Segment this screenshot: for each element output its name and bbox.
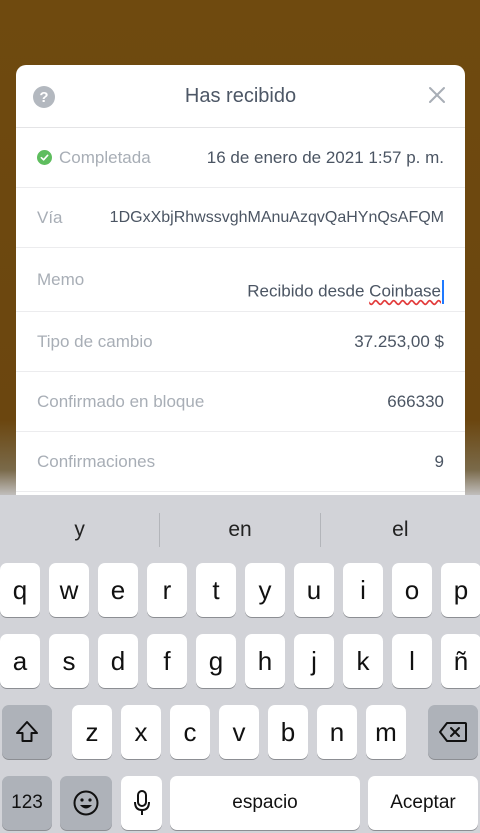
- transaction-date: 16 de enero de 2021 1:57 p. m.: [206, 147, 444, 167]
- confirmed-block-label: Confirmado en bloque: [37, 391, 205, 411]
- modal-title: Has recibido: [184, 84, 297, 107]
- suggestion-bar: y en el: [0, 495, 480, 565]
- confirmations-value: 9: [434, 451, 444, 471]
- key-v[interactable]: v: [219, 705, 259, 759]
- confirmed-block-row: Confirmado en bloque 666330: [16, 372, 465, 432]
- shift-key[interactable]: [2, 705, 52, 759]
- confirmed-block-value: 666330: [387, 391, 444, 411]
- key-l[interactable]: l: [392, 634, 432, 688]
- key-c[interactable]: c: [170, 705, 210, 759]
- confirmations-label: Confirmaciones: [37, 451, 156, 471]
- help-icon[interactable]: ?: [33, 86, 55, 108]
- via-row: Vía 1DGxXbjRhwssvghMAnuAzqvQaHYnQsAFQM: [16, 188, 465, 248]
- dictation-key[interactable]: [121, 776, 162, 830]
- key-s[interactable]: s: [49, 634, 89, 688]
- keyboard: y en el qwertyuiop asdfghjklñ zxcvbnm 12…: [0, 495, 480, 833]
- key-d[interactable]: d: [98, 634, 138, 688]
- key-f[interactable]: f: [147, 634, 187, 688]
- key-a[interactable]: a: [0, 634, 40, 688]
- emoji-key[interactable]: [60, 776, 112, 830]
- suggestion-item[interactable]: en: [160, 518, 319, 542]
- status-row: Completada 16 de enero de 2021 1:57 p. m…: [16, 128, 465, 188]
- exchange-rate-label: Tipo de cambio: [37, 331, 153, 351]
- space-key[interactable]: espacio: [170, 776, 360, 830]
- exchange-rate-row: Tipo de cambio 37.253,00 $: [16, 312, 465, 372]
- key-u[interactable]: u: [294, 563, 334, 617]
- memo-misspelled-word[interactable]: Coinbase: [369, 281, 441, 300]
- key-m[interactable]: m: [366, 705, 406, 759]
- status-badge: Completada: [37, 148, 151, 168]
- check-icon: [37, 150, 52, 165]
- key-row-2: asdfghjklñ: [0, 634, 480, 688]
- confirmations-row: Confirmaciones 9: [16, 432, 465, 492]
- via-label: Vía: [37, 207, 63, 227]
- key-o[interactable]: o: [392, 563, 432, 617]
- close-icon[interactable]: [425, 83, 449, 107]
- key-e[interactable]: e: [98, 563, 138, 617]
- key-k[interactable]: k: [343, 634, 383, 688]
- backspace-key[interactable]: [428, 705, 478, 759]
- key-q[interactable]: q: [0, 563, 40, 617]
- modal-header: ? Has recibido: [16, 65, 465, 128]
- key-row-4: 123 espacio Aceptar: [0, 776, 480, 830]
- emoji-icon: [73, 790, 99, 816]
- exchange-rate-value: 37.253,00 $: [354, 331, 444, 351]
- key-t[interactable]: t: [196, 563, 236, 617]
- numbers-key[interactable]: 123: [2, 776, 52, 830]
- memo-input[interactable]: Recibido desde Coinbase: [247, 280, 444, 304]
- key-x[interactable]: x: [121, 705, 161, 759]
- backspace-icon: [439, 722, 467, 742]
- key-r[interactable]: r: [147, 563, 187, 617]
- key-n[interactable]: n: [317, 705, 357, 759]
- key-row-1: qwertyuiop: [0, 563, 480, 617]
- suggestion-item[interactable]: el: [321, 518, 480, 542]
- key-ñ[interactable]: ñ: [441, 634, 480, 688]
- key-i[interactable]: i: [343, 563, 383, 617]
- key-y[interactable]: y: [245, 563, 285, 617]
- key-p[interactable]: p: [441, 563, 480, 617]
- text-caret: [442, 280, 444, 304]
- key-j[interactable]: j: [294, 634, 334, 688]
- transaction-details-modal: ? Has recibido Completada 16 de enero de…: [16, 65, 465, 505]
- key-row-3: zxcvbnm: [0, 705, 480, 759]
- memo-label: Memo: [37, 270, 85, 289]
- key-b[interactable]: b: [268, 705, 308, 759]
- shift-icon: [16, 721, 38, 742]
- memo-text: Recibido desde: [247, 281, 370, 301]
- key-g[interactable]: g: [196, 634, 236, 688]
- status-label: Completada: [59, 147, 151, 167]
- key-w[interactable]: w: [49, 563, 89, 617]
- memo-row[interactable]: Memo Recibido desde Coinbase: [16, 248, 465, 312]
- suggestion-item[interactable]: y: [0, 518, 159, 542]
- via-address[interactable]: 1DGxXbjRhwssvghMAnuAzqvQaHYnQsAFQM: [110, 209, 444, 227]
- key-z[interactable]: z: [72, 705, 112, 759]
- microphone-icon: [133, 790, 150, 815]
- return-key[interactable]: Aceptar: [368, 776, 478, 830]
- key-h[interactable]: h: [245, 634, 285, 688]
